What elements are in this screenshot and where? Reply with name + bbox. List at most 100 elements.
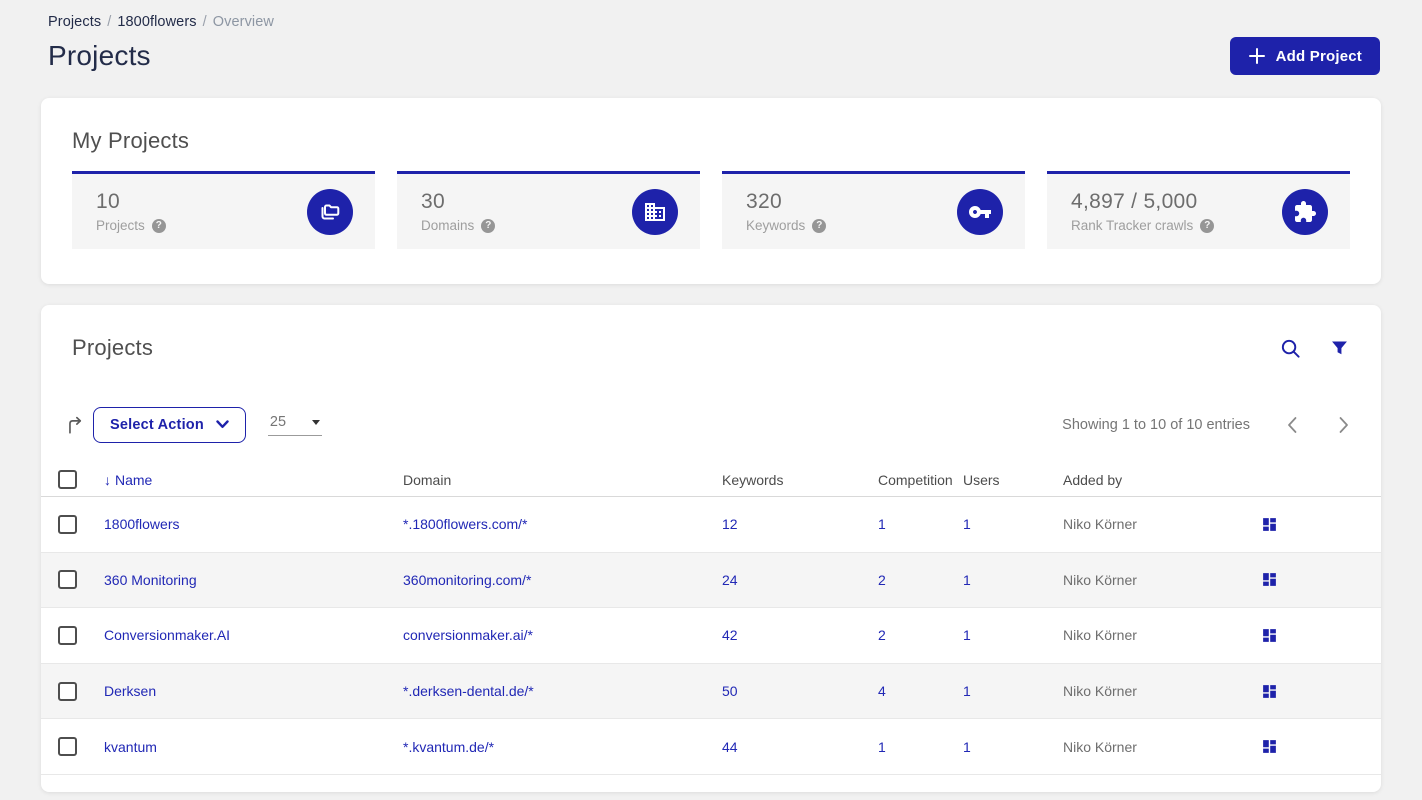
projects-table-title: Projects [72, 335, 154, 360]
stat-domains-value: 30 [421, 190, 445, 213]
export-icon[interactable] [64, 414, 86, 436]
add-project-button[interactable]: Add Project [1229, 37, 1380, 75]
row-checkbox[interactable] [58, 570, 77, 590]
table-header-row: ↓ Name Domain Keywords Competition Users… [41, 463, 1381, 497]
plus-icon [1248, 47, 1266, 65]
project-name-link[interactable]: Conversionmaker.AI [104, 627, 403, 643]
dashboard-icon[interactable] [1257, 571, 1381, 588]
project-competition-value[interactable]: 2 [878, 627, 963, 643]
stat-keywords: 320 Keywords ? [722, 171, 1025, 249]
project-domain-link[interactable]: *.kvantum.de/* [403, 739, 722, 755]
help-icon[interactable]: ? [481, 218, 496, 233]
table-body: 1800flowers *.1800flowers.com/* 12 1 1 N… [41, 497, 1381, 775]
project-domain-link[interactable]: *.derksen-dental.de/* [403, 683, 722, 699]
project-keywords-value[interactable]: 24 [722, 572, 878, 588]
project-domain-link[interactable]: *.1800flowers.com/* [403, 516, 722, 532]
column-header-competition[interactable]: Competition [878, 472, 963, 488]
table-row: kvantum *.kvantum.de/* 44 1 1 Niko Körne… [41, 719, 1381, 775]
project-keywords-value[interactable]: 42 [722, 627, 878, 643]
table-row: Conversionmaker.AI conversionmaker.ai/* … [41, 608, 1381, 664]
stat-projects: 10 Projects ? [72, 171, 375, 249]
breadcrumb-separator: / [107, 14, 112, 30]
project-name-link[interactable]: 360 Monitoring [104, 572, 403, 588]
project-users-value[interactable]: 1 [963, 739, 1063, 755]
project-keywords-value[interactable]: 44 [722, 739, 878, 755]
page-title: Projects [48, 40, 151, 71]
project-domain-link[interactable]: conversionmaker.ai/* [403, 627, 722, 643]
help-icon[interactable]: ? [1200, 218, 1215, 233]
column-header-users[interactable]: Users [963, 472, 1063, 488]
stats-row: 10 Projects ? 30 Domains ? 320 Keywords … [72, 171, 1350, 249]
project-competition-value[interactable]: 4 [878, 683, 963, 699]
table-row: 360 Monitoring 360monitoring.com/* 24 2 … [41, 552, 1381, 609]
help-icon[interactable]: ? [151, 218, 166, 233]
stat-domains-label: Domains [421, 218, 475, 233]
project-competition-value[interactable]: 2 [878, 572, 963, 588]
breadcrumb-1800flowers[interactable]: 1800flowers [117, 14, 196, 30]
project-users-value[interactable]: 1 [963, 627, 1063, 643]
domains-icon [632, 188, 678, 235]
row-checkbox[interactable] [58, 514, 77, 534]
select-action-label: Select Action [110, 417, 204, 433]
column-header-domain[interactable]: Domain [403, 472, 722, 488]
project-added-by: Niko Körner [1063, 683, 1137, 700]
projects-icon [307, 188, 353, 235]
select-action-dropdown[interactable]: Select Action [93, 407, 246, 443]
project-users-value[interactable]: 1 [963, 683, 1063, 699]
project-added-by: Niko Körner [1063, 738, 1137, 755]
row-checkbox[interactable] [58, 681, 77, 701]
column-header-name[interactable]: ↓ Name [104, 472, 403, 488]
stat-rank-tracker: 4,897 / 5,000 Rank Tracker crawls ? [1047, 171, 1350, 249]
project-added-by: Niko Körner [1063, 571, 1137, 588]
breadcrumb: Projects / 1800flowers / Overview [48, 14, 1380, 30]
chevron-down-icon [216, 417, 229, 433]
table-row: 1800flowers *.1800flowers.com/* 12 1 1 N… [41, 497, 1381, 553]
dashboard-icon[interactable] [1257, 738, 1381, 755]
dashboard-icon[interactable] [1257, 683, 1381, 700]
stat-keywords-label: Keywords [746, 218, 806, 233]
projects-table: ↓ Name Domain Keywords Competition Users… [41, 463, 1381, 775]
help-icon[interactable]: ? [812, 218, 827, 233]
project-competition-value[interactable]: 1 [878, 516, 963, 532]
breadcrumb-overview: Overview [212, 14, 274, 30]
page-size-value: 25 [269, 414, 287, 430]
dashboard-icon[interactable] [1257, 627, 1381, 644]
project-users-value[interactable]: 1 [963, 516, 1063, 532]
page-size-select[interactable]: 25 [267, 414, 322, 436]
project-domain-link[interactable]: 360monitoring.com/* [403, 572, 722, 588]
filter-icon[interactable] [1329, 338, 1350, 359]
column-header-added-by[interactable]: Added by [1063, 472, 1257, 488]
select-all-checkbox[interactable] [58, 470, 77, 489]
puzzle-icon [1282, 188, 1328, 235]
stat-projects-label: Projects [96, 218, 145, 233]
project-name-link[interactable]: kvantum [104, 739, 403, 755]
project-keywords-value[interactable]: 12 [722, 516, 878, 532]
caret-down-icon [311, 419, 320, 425]
stat-rank-tracker-value: 4,897 / 5,000 [1071, 190, 1198, 213]
prev-page-icon[interactable] [1286, 416, 1298, 434]
breadcrumb-projects[interactable]: Projects [48, 14, 101, 30]
dashboard-icon[interactable] [1257, 516, 1381, 533]
page-header: Projects / 1800flowers / Overview Projects A… [0, 0, 1422, 75]
project-keywords-value[interactable]: 50 [722, 683, 878, 699]
projects-table-card: Projects Select Action 25 Showing 1 to 1… [41, 305, 1381, 792]
next-page-icon[interactable] [1338, 416, 1350, 434]
breadcrumb-separator: / [202, 14, 207, 30]
stat-domains: 30 Domains ? [397, 171, 700, 249]
project-added-by: Niko Körner [1063, 516, 1137, 533]
row-checkbox[interactable] [58, 737, 77, 757]
project-users-value[interactable]: 1 [963, 572, 1063, 588]
project-name-link[interactable]: Derksen [104, 683, 403, 699]
my-projects-card: My Projects 10 Projects ? 30 Domains ? 3… [41, 98, 1381, 284]
project-competition-value[interactable]: 1 [878, 739, 963, 755]
table-row: Derksen *.derksen-dental.de/* 50 4 1 Nik… [41, 663, 1381, 720]
key-icon [957, 188, 1003, 235]
my-projects-title: My Projects [72, 128, 190, 153]
project-name-link[interactable]: 1800flowers [104, 516, 403, 532]
add-project-label: Add Project [1275, 47, 1362, 65]
stat-keywords-value: 320 [746, 190, 782, 213]
column-header-keywords[interactable]: Keywords [722, 472, 878, 488]
showing-entries-text: Showing 1 to 10 of 10 entries [1062, 417, 1250, 433]
search-icon[interactable] [1279, 337, 1302, 360]
row-checkbox[interactable] [58, 625, 77, 645]
